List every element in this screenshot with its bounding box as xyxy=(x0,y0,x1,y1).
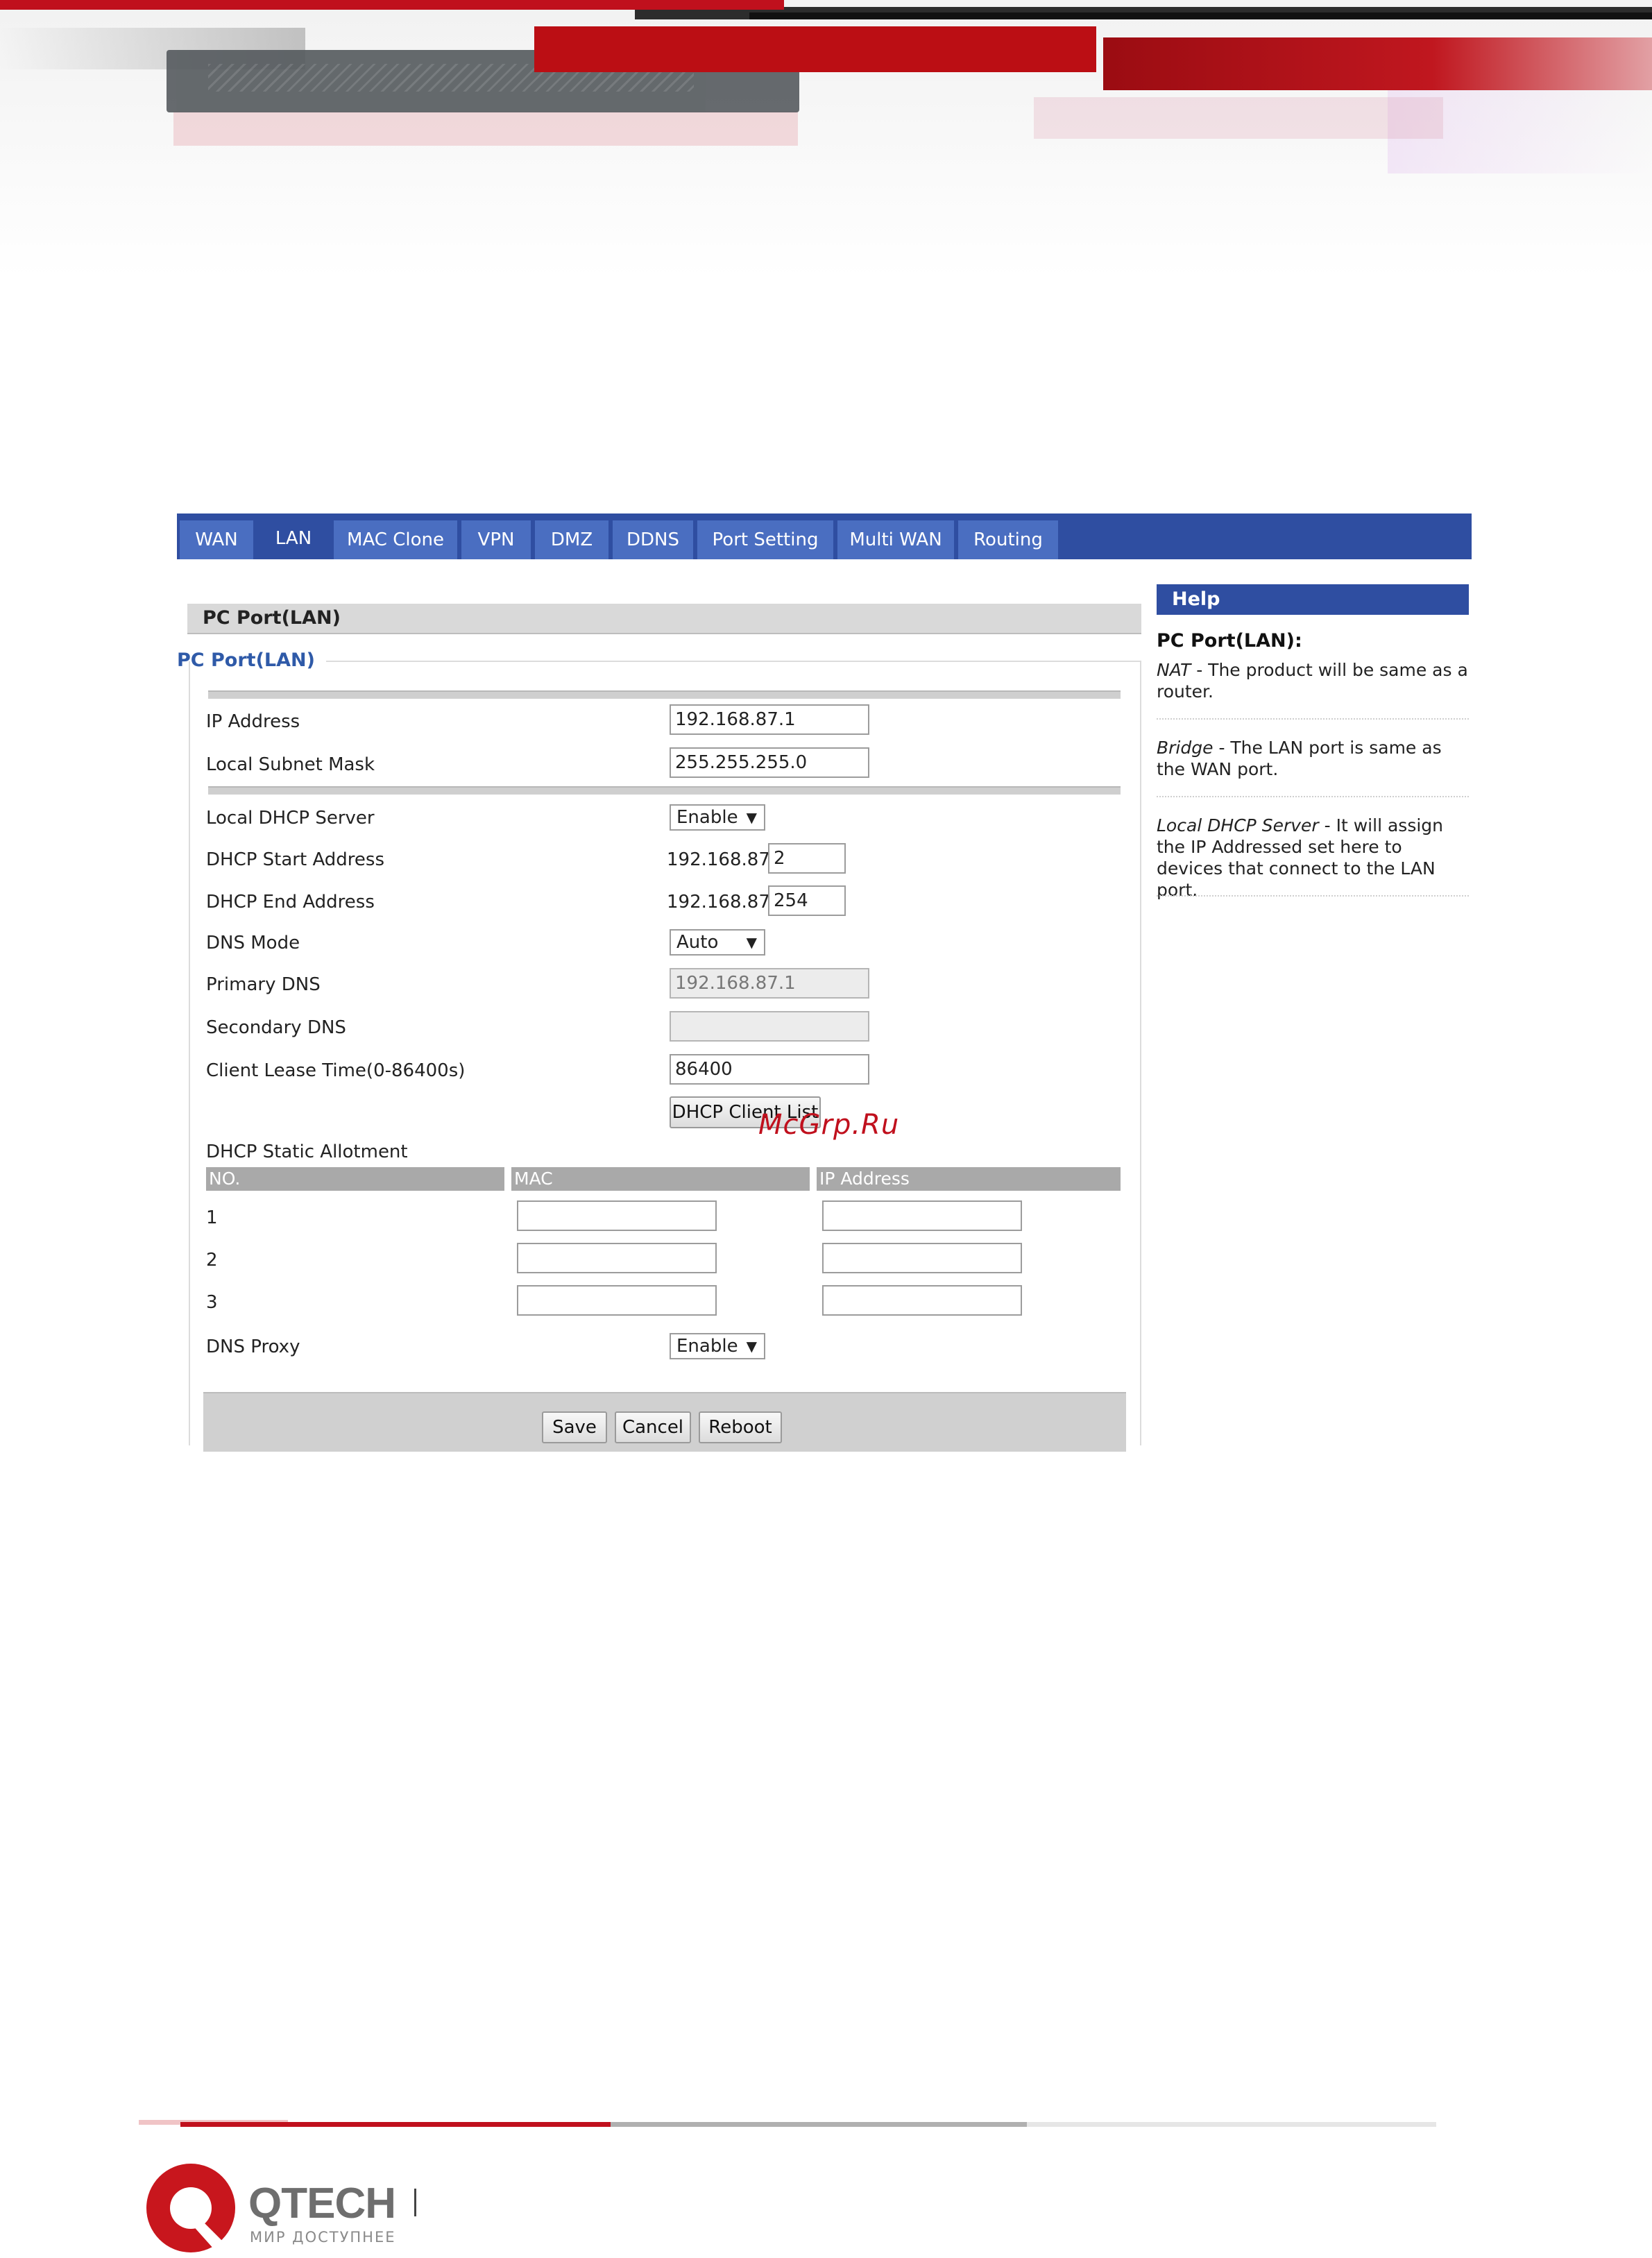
dhcp-end-prefix: 192.168.87. xyxy=(667,892,776,912)
tab-multi-wan[interactable]: Multi WAN xyxy=(837,520,954,559)
banner-decoration xyxy=(1034,97,1443,139)
brand-name: QTECH xyxy=(248,2180,396,2227)
dhcp-server-select[interactable]: Enable ▼ xyxy=(670,804,765,831)
fieldset-border xyxy=(189,661,190,1445)
banner-decoration xyxy=(534,26,1096,72)
fieldset-border xyxy=(1140,661,1141,1445)
help-term: NAT xyxy=(1157,660,1191,680)
tab-bar: WAN LAN MAC Clone VPN DMZ DDNS Port Sett… xyxy=(177,513,1472,559)
tab-ddns[interactable]: DDNS xyxy=(613,520,693,559)
banner-decoration xyxy=(0,0,784,10)
help-term: Bridge xyxy=(1157,738,1214,758)
static-ip-input[interactable] xyxy=(822,1243,1022,1273)
footer-rule xyxy=(1027,2122,1436,2127)
static-row-no: 3 xyxy=(206,1292,218,1313)
column-header-no: NO. xyxy=(206,1167,504,1191)
dns-proxy-value: Enable xyxy=(676,1336,738,1357)
static-ip-input[interactable] xyxy=(822,1200,1022,1231)
secondary-dns-label: Secondary DNS xyxy=(206,1017,346,1038)
tab-port-setting[interactable]: Port Setting xyxy=(697,520,833,559)
tab-dmz[interactable]: DMZ xyxy=(535,520,608,559)
column-header-mac: MAC xyxy=(511,1167,810,1191)
column-header-ip: IP Address xyxy=(817,1167,1121,1191)
dhcp-server-value: Enable xyxy=(676,807,738,828)
dns-proxy-select[interactable]: Enable ▼ xyxy=(670,1333,765,1359)
static-row-no: 2 xyxy=(206,1250,218,1271)
form-actions: Save Cancel Reboot xyxy=(203,1392,1126,1452)
banner-decoration xyxy=(1103,37,1652,90)
watermark: McGrp.Ru xyxy=(758,1109,900,1141)
qtech-logo-icon xyxy=(146,2164,235,2252)
subnet-mask-input[interactable]: 255.255.255.0 xyxy=(670,747,869,778)
lease-time-input[interactable]: 86400 xyxy=(670,1054,869,1085)
help-separator xyxy=(1157,718,1469,720)
help-separator xyxy=(1157,796,1469,797)
router-lan-settings-screen: WAN LAN MAC Clone VPN DMZ DDNS Port Sett… xyxy=(177,513,1474,1452)
tab-wan[interactable]: WAN xyxy=(180,520,253,559)
subnet-mask-label: Local Subnet Mask xyxy=(206,754,375,775)
dhcp-start-label: DHCP Start Address xyxy=(206,849,384,870)
dns-proxy-label: DNS Proxy xyxy=(206,1336,300,1357)
ip-address-input[interactable]: 192.168.87.1 xyxy=(670,704,869,735)
divider xyxy=(208,786,1121,795)
help-text: - The product will be same as a router. xyxy=(1157,660,1468,702)
footer-rule xyxy=(611,2122,1027,2127)
tab-vpn[interactable]: VPN xyxy=(461,520,531,559)
footer-rule xyxy=(180,2122,611,2127)
banner-decoration xyxy=(749,12,1652,19)
static-allotment-title: DHCP Static Allotment xyxy=(206,1141,408,1162)
help-title: PC Port(LAN): xyxy=(1157,630,1302,652)
secondary-dns-input[interactable] xyxy=(670,1011,869,1042)
reboot-button[interactable]: Reboot xyxy=(699,1411,782,1443)
dhcp-end-label: DHCP End Address xyxy=(206,892,375,912)
dns-mode-value: Auto xyxy=(676,932,719,953)
static-mac-input[interactable] xyxy=(517,1243,717,1273)
primary-dns-input[interactable]: 192.168.87.1 xyxy=(670,968,869,999)
ip-address-label: IP Address xyxy=(206,711,300,732)
dropdown-arrow-icon: ▼ xyxy=(746,809,757,826)
static-mac-input[interactable] xyxy=(517,1285,717,1316)
dhcp-end-input[interactable]: 254 xyxy=(768,885,846,916)
divider xyxy=(208,690,1121,699)
help-item-nat: NAT - The product will be same as a rout… xyxy=(1157,659,1469,702)
dropdown-arrow-icon: ▼ xyxy=(746,1338,757,1355)
primary-dns-label: Primary DNS xyxy=(206,974,321,995)
brand-tagline: МИР ДОСТУПНЕЕ xyxy=(250,2229,396,2246)
static-mac-input[interactable] xyxy=(517,1200,717,1231)
static-row-no: 1 xyxy=(206,1207,218,1228)
dhcp-server-label: Local DHCP Server xyxy=(206,808,375,829)
save-button[interactable]: Save xyxy=(542,1411,607,1443)
dhcp-start-input[interactable]: 2 xyxy=(768,843,846,874)
tab-mac-clone[interactable]: MAC Clone xyxy=(334,520,457,559)
footer-divider xyxy=(414,2189,416,2216)
cancel-button[interactable]: Cancel xyxy=(615,1411,691,1443)
fieldset-border xyxy=(326,661,1141,662)
dhcp-start-prefix: 192.168.87. xyxy=(667,849,776,870)
fieldset-legend: PC Port(LAN) xyxy=(177,650,315,671)
dropdown-arrow-icon: ▼ xyxy=(746,934,757,951)
help-header: Help xyxy=(1157,584,1469,615)
banner-decoration xyxy=(173,111,798,146)
section-title: PC Port(LAN) xyxy=(187,604,1141,634)
static-ip-input[interactable] xyxy=(822,1285,1022,1316)
help-item-dhcp-server: Local DHCP Server - It will assign the I… xyxy=(1157,815,1469,901)
help-separator xyxy=(1157,895,1469,897)
lease-time-label: Client Lease Time(0-86400s) xyxy=(206,1060,466,1081)
tab-routing[interactable]: Routing xyxy=(958,520,1058,559)
tab-lan[interactable]: LAN xyxy=(257,520,330,559)
dns-mode-label: DNS Mode xyxy=(206,933,300,953)
help-item-bridge: Bridge - The LAN port is same as the WAN… xyxy=(1157,737,1469,780)
dns-mode-select[interactable]: Auto ▼ xyxy=(670,929,765,956)
help-term: Local DHCP Server xyxy=(1157,815,1319,835)
